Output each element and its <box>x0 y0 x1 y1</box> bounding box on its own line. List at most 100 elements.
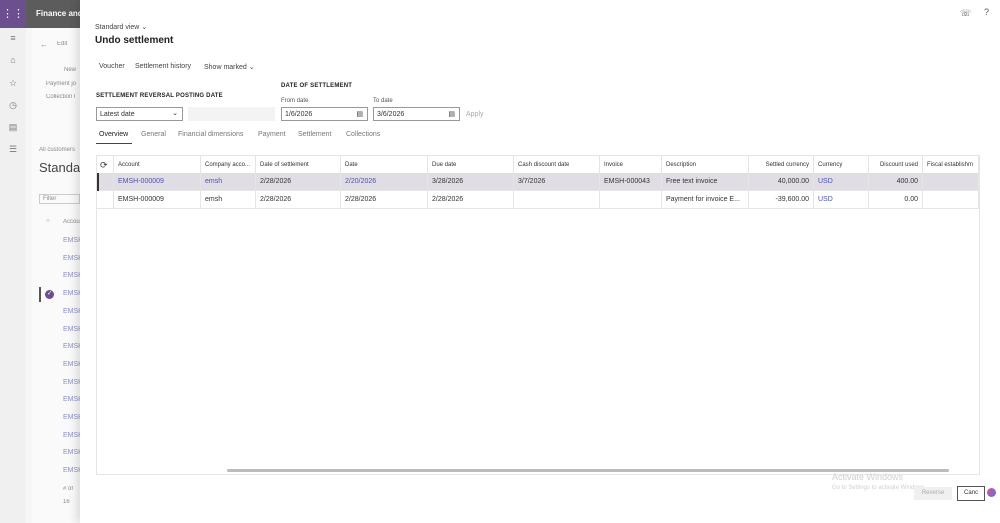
column-header[interactable]: Date <box>341 156 428 174</box>
dialog-title: Undo settlement <box>95 35 174 46</box>
settlement-history-button[interactable]: Settlement history <box>135 63 191 70</box>
settlement-grid: ⟳ Account Company acco... Date of settlemen… <box>96 155 980 475</box>
table-row[interactable]: EMSH-000009 emsh 2/28/2026 2/28/2026 2/28/20… <box>97 191 979 209</box>
reverse-button[interactable]: Reverse <box>914 487 952 500</box>
to-date-input[interactable]: 3/6/2026 ▤ <box>373 107 460 121</box>
to-date-label: To date <box>373 98 393 104</box>
table-cell[interactable]: EMSH-000009 <box>114 173 201 191</box>
table-cell: 2/28/2026 <box>256 191 341 209</box>
table-cell[interactable]: 2/20/2026 <box>341 173 428 191</box>
clock-icon[interactable]: ◷ <box>7 100 19 111</box>
reversal-date-select[interactable]: Latest date ⌄ <box>96 107 183 121</box>
from-date-label: From date <box>281 98 309 104</box>
chevron-down-icon: ⌄ <box>172 110 178 117</box>
background-view-title: Standa <box>39 160 80 175</box>
checked-icon[interactable]: ✓ <box>45 290 54 299</box>
help-icon[interactable]: ? <box>984 7 989 17</box>
background-list-item[interactable]: EMSH <box>63 414 80 421</box>
row-selector[interactable] <box>97 191 114 209</box>
table-cell[interactable]: USD <box>814 191 869 209</box>
filter-input[interactable]: Filter <box>39 194 80 204</box>
reversal-date-input <box>188 107 275 121</box>
table-cell: 40,000.00 <box>749 173 814 191</box>
from-date-input[interactable]: 1/6/2026 ▤ <box>281 107 368 121</box>
apply-button[interactable]: Apply <box>466 111 484 118</box>
row-selector[interactable] <box>97 173 114 191</box>
column-header[interactable]: Description <box>662 156 749 174</box>
grid-header: ⟳ Account Company acco... Date of settlemen… <box>97 156 979 174</box>
tab-general[interactable]: General <box>141 131 166 138</box>
column-header[interactable]: Company acco... <box>201 156 256 174</box>
calendar-icon[interactable]: ▤ <box>356 110 363 118</box>
footer-count: 16 <box>63 499 70 505</box>
background-list-item[interactable]: EMSH <box>63 432 80 439</box>
chevron-down-icon: ⌄ <box>248 64 255 71</box>
table-cell: -39,600.00 <box>749 191 814 209</box>
column-header[interactable]: Due date <box>428 156 514 174</box>
watermark-subtitle: Go to Settings to activate Windows. <box>832 485 927 491</box>
chevron-down-icon: ⌄ <box>141 24 148 31</box>
from-date-value: 1/6/2026 <box>285 111 313 118</box>
star-icon[interactable]: ☆ <box>7 78 19 89</box>
table-cell: 3/7/2026 <box>514 173 600 191</box>
table-cell: 0.00 <box>869 191 923 209</box>
back-icon[interactable]: ← <box>40 40 48 49</box>
waffle-icon[interactable]: ⋮⋮ <box>0 0 26 28</box>
background-list-item[interactable]: EMSH <box>63 343 80 350</box>
table-cell <box>514 191 600 209</box>
collection-link[interactable]: Collection l <box>46 94 80 100</box>
column-header[interactable]: Account <box>114 156 201 174</box>
tab-financial-dimensions[interactable]: Financial dimensions <box>178 131 243 138</box>
view-label: Standard view <box>95 24 140 31</box>
background-list-item[interactable]: EMSH <box>63 308 80 315</box>
select-all-radio[interactable]: ○ <box>46 218 50 224</box>
table-cell[interactable]: USD <box>814 173 869 191</box>
background-list-item[interactable]: EMSH <box>63 272 80 279</box>
background-list-item[interactable]: EMSH <box>63 326 80 333</box>
tab-overview[interactable]: Overview <box>99 131 128 138</box>
show-marked-button[interactable]: Show marked ⌄ <box>204 63 255 71</box>
workspace-icon[interactable]: ▤ <box>7 122 19 133</box>
payment-link[interactable]: Payment jo <box>46 81 80 87</box>
tab-collections[interactable]: Collections <box>346 131 380 138</box>
column-header[interactable]: Settled currency <box>749 156 814 174</box>
breadcrumb: All customers <box>39 147 76 153</box>
background-list-item[interactable]: EMSH <box>63 237 80 244</box>
tab-settlement[interactable]: Settlement <box>298 131 331 138</box>
table-cell: 2/28/2026 <box>256 173 341 191</box>
background-list-item[interactable]: EMSH <box>63 449 80 456</box>
background-list-item[interactable]: EMSH <box>63 396 80 403</box>
calendar-icon[interactable]: ▤ <box>448 110 455 118</box>
table-row[interactable]: EMSH-000009 emsh 2/28/2026 2/20/2026 3/28/20… <box>97 173 979 191</box>
column-header[interactable]: Cash discount date <box>514 156 600 174</box>
feedback-icon[interactable]: ☏ <box>960 8 971 19</box>
column-header[interactable]: Discount used <box>869 156 923 174</box>
column-header[interactable]: Date of settlement <box>256 156 341 174</box>
home-icon[interactable]: ⌂ <box>7 55 19 65</box>
account-column-header: Account <box>63 219 80 225</box>
column-header[interactable]: Currency <box>814 156 869 174</box>
table-cell: 2/28/2026 <box>341 191 428 209</box>
refresh-icon[interactable]: ⟳ <box>97 156 114 174</box>
hamburger-icon[interactable]: ≡ <box>7 33 19 43</box>
background-list-item[interactable]: EMSH <box>63 361 80 368</box>
background-list-item[interactable]: EMSH <box>63 290 80 297</box>
app-title: Finance and <box>36 9 80 18</box>
voucher-button[interactable]: Voucher <box>99 63 125 70</box>
column-header[interactable]: Invoice <box>600 156 662 174</box>
new-label: New <box>64 67 77 73</box>
table-cell <box>600 191 662 209</box>
column-header[interactable]: Fiscal establishm <box>923 156 979 174</box>
copilot-icon[interactable] <box>987 488 996 497</box>
cancel-button[interactable]: Canc <box>957 486 985 501</box>
background-list-item[interactable]: EMSH <box>63 379 80 386</box>
table-cell[interactable]: emsh <box>201 173 256 191</box>
view-selector[interactable]: Standard view ⌄ <box>95 23 147 31</box>
background-list-item[interactable]: EMSH <box>63 467 80 474</box>
background-list-item[interactable]: EMSH <box>63 255 80 262</box>
to-date-value: 3/6/2026 <box>377 111 405 118</box>
table-cell: 2/28/2026 <box>428 191 514 209</box>
edit-button[interactable]: Edit <box>57 41 80 47</box>
tab-payment[interactable]: Payment <box>258 131 286 138</box>
list-icon[interactable]: ☰ <box>7 144 19 155</box>
